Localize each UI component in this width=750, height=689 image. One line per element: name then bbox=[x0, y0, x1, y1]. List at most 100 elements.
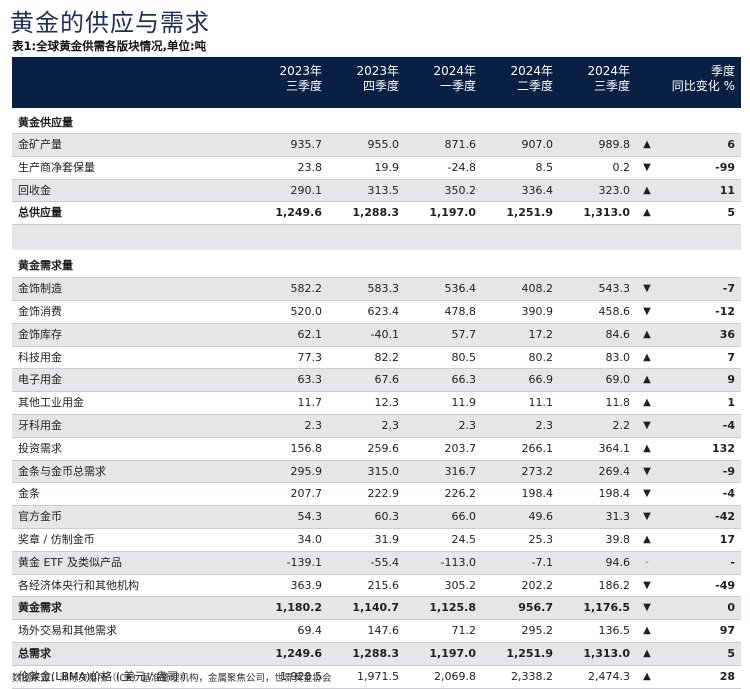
yoy-change: 17 bbox=[719, 532, 735, 546]
row-value: 273.2 bbox=[521, 464, 554, 478]
yoy-change: 9 bbox=[727, 373, 735, 387]
row-label: 黄金需求 bbox=[18, 601, 62, 615]
yoy-change: 97 bbox=[719, 624, 735, 638]
row-value: 2,069.8 bbox=[434, 669, 476, 683]
row-value: 350.2 bbox=[444, 183, 477, 197]
row-value: 623.4 bbox=[367, 304, 400, 318]
gold-supply-demand-table: 2023年 三季度 2023年 四季度 2024年 一季度 2024年 二季度 2024年 三季度… bbox=[12, 57, 741, 689]
row-value: 323.0 bbox=[598, 183, 631, 197]
yoy-change: -4 bbox=[722, 418, 735, 432]
row-value: 1,197.0 bbox=[429, 206, 476, 220]
row-value: 82.2 bbox=[374, 350, 400, 364]
row-value: 536.4 bbox=[444, 282, 477, 296]
up-arrow-icon: ▲ bbox=[643, 442, 651, 454]
table-row: 电子用金 63.3 67.6 66.3 66.9 69.0 ▲ 9 bbox=[12, 369, 741, 393]
table-row: 官方金币 54.3 60.3 66.0 49.6 31.3 ▼ -42 bbox=[12, 506, 741, 529]
row-value: -55.4 bbox=[370, 555, 399, 569]
row-value: 77.3 bbox=[297, 350, 323, 364]
row-value: 458.6 bbox=[598, 304, 631, 318]
row-divider bbox=[12, 687, 741, 689]
yoy-change: 0 bbox=[727, 601, 735, 615]
yoy-change: 7 bbox=[727, 350, 735, 364]
row-value: 156.8 bbox=[290, 441, 323, 455]
row-value: 390.9 bbox=[521, 304, 554, 318]
row-value: 2.3 bbox=[304, 418, 323, 432]
table-row: 总需求 1,249.6 1,288.3 1,197.0 1,251.9 1,313.0 ▲ 5 bbox=[12, 642, 741, 666]
table-row: 回收金 290.1 313.5 350.2 336.4 323.0 ▲ 11 bbox=[12, 179, 741, 203]
down-arrow-icon: ▼ bbox=[643, 488, 651, 500]
row-value: 11.7 bbox=[297, 396, 323, 410]
row-label: 电子用金 bbox=[18, 373, 62, 387]
row-value: 63.3 bbox=[297, 373, 323, 387]
row-label: 生产商净套保量 bbox=[18, 160, 95, 174]
row-value: 315.0 bbox=[367, 464, 400, 478]
column-header-line: 三季度 bbox=[285, 79, 322, 93]
row-value: 295.2 bbox=[521, 624, 554, 638]
up-arrow-icon: ▲ bbox=[643, 533, 651, 545]
row-value: 31.3 bbox=[605, 510, 631, 524]
row-value: 295.9 bbox=[290, 464, 323, 478]
row-value: 2.3 bbox=[381, 418, 400, 432]
up-arrow-icon: ▲ bbox=[643, 351, 651, 363]
source-note: 数据来源：洲际交易所（ICE）基准管理机构，金属聚焦公司，世界黄金协会 bbox=[12, 673, 332, 684]
row-value: 54.3 bbox=[297, 510, 323, 524]
down-arrow-icon: ▼ bbox=[643, 305, 651, 317]
row-label: 总需求 bbox=[18, 646, 51, 660]
row-value: 1,197.0 bbox=[429, 646, 476, 660]
table-row: 黄金 ETF 及类似产品 -139.1 -55.4 -113.0 -7.1 94.6 - - bbox=[12, 551, 741, 575]
row-value: 60.3 bbox=[374, 510, 400, 524]
yoy-change: 28 bbox=[719, 669, 735, 683]
row-value: 1,249.6 bbox=[275, 646, 322, 660]
change-column-header: 季度 同比变化 % bbox=[645, 64, 735, 94]
row-value: 11.8 bbox=[605, 396, 631, 410]
yoy-change: -99 bbox=[715, 160, 735, 174]
table-row: 生产商净套保量 23.8 19.9 -24.8 8.5 0.2 ▼ -99 bbox=[12, 157, 741, 180]
row-value: 8.5 bbox=[535, 160, 554, 174]
row-value: 907.0 bbox=[521, 138, 554, 151]
row-value: -40.1 bbox=[370, 327, 399, 341]
row-value: 136.5 bbox=[598, 624, 631, 638]
up-arrow-icon: ▲ bbox=[643, 647, 651, 659]
table-header: 2023年 三季度 2023年 四季度 2024年 一季度 2024年 二季度 2024年 三季度… bbox=[12, 57, 741, 108]
row-value: 69.4 bbox=[297, 624, 323, 638]
row-value: 203.7 bbox=[444, 441, 477, 455]
row-value: 84.6 bbox=[605, 327, 631, 341]
table-row: 其他工业用金 11.7 12.3 11.9 11.1 11.8 ▲ 1 bbox=[12, 392, 741, 415]
row-label: 总供应量 bbox=[18, 206, 62, 220]
row-value: 67.6 bbox=[374, 373, 400, 387]
row-value: 520.0 bbox=[290, 304, 323, 318]
down-arrow-icon: ▼ bbox=[643, 283, 651, 295]
column-header: 2023年 四季度 bbox=[329, 64, 399, 94]
table-row: 投资需求 156.8 259.6 203.7 266.1 364.1 ▲ 132 bbox=[12, 438, 741, 461]
row-value: 66.3 bbox=[451, 373, 477, 387]
row-value: 989.8 bbox=[598, 138, 631, 151]
row-value: 2.2 bbox=[612, 418, 631, 432]
row-value: 1,313.0 bbox=[583, 646, 630, 660]
row-label: 投资需求 bbox=[18, 441, 62, 455]
row-value: 198.4 bbox=[598, 487, 631, 501]
row-value: 1,125.8 bbox=[429, 601, 476, 615]
row-value: -24.8 bbox=[447, 160, 476, 174]
row-label: 官方金币 bbox=[18, 510, 62, 524]
row-value: 1,971.5 bbox=[357, 669, 399, 683]
row-value: 2,338.2 bbox=[511, 669, 553, 683]
row-value: 871.6 bbox=[444, 138, 477, 151]
yoy-change: 1 bbox=[727, 396, 735, 410]
row-value: 226.2 bbox=[444, 487, 477, 501]
up-arrow-icon: ▲ bbox=[643, 328, 651, 340]
row-value: 583.3 bbox=[367, 282, 400, 296]
dash-icon: - bbox=[645, 556, 649, 568]
row-value: 1,251.9 bbox=[506, 646, 553, 660]
yoy-change: 5 bbox=[727, 646, 735, 660]
row-value: 259.6 bbox=[367, 441, 400, 455]
row-value: 12.3 bbox=[374, 396, 400, 410]
row-value: 1,180.2 bbox=[275, 601, 322, 615]
up-arrow-icon: ▲ bbox=[643, 374, 651, 386]
row-value: -113.0 bbox=[440, 555, 476, 569]
row-value: 290.1 bbox=[290, 183, 323, 197]
down-arrow-icon: ▼ bbox=[643, 419, 651, 431]
row-value: -7.1 bbox=[531, 555, 553, 569]
row-value: 2.3 bbox=[535, 418, 554, 432]
up-arrow-icon: ▲ bbox=[643, 397, 651, 409]
row-value: 582.2 bbox=[290, 282, 323, 296]
